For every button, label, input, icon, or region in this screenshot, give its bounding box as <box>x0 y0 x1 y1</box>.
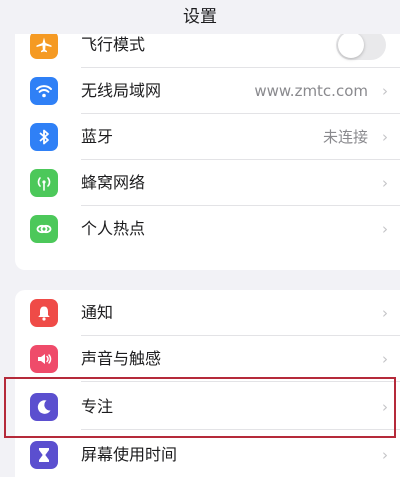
settings-row-notifications[interactable]: 通知 › <box>15 290 400 336</box>
settings-row-cellular[interactable]: 蜂窝网络 › <box>15 160 400 206</box>
focus-row-highlight-box <box>4 377 396 438</box>
chevron-right-icon: › <box>382 304 388 322</box>
settings-row-label: 屏幕使用时间 <box>81 445 178 464</box>
wifi-network-name: www.zmtc.com <box>254 82 368 100</box>
settings-row-bluetooth[interactable]: 蓝牙 未连接 › <box>15 114 400 160</box>
settings-row-label: 通知 <box>81 303 114 322</box>
settings-row-label: 蓝牙 <box>81 127 114 146</box>
bluetooth-icon <box>30 123 58 151</box>
page-title: 设置 <box>0 0 400 34</box>
wifi-icon <box>30 77 58 105</box>
settings-row-label: 声音与触感 <box>81 349 162 368</box>
speaker-icon <box>30 345 58 373</box>
chevron-right-icon: › <box>382 220 388 238</box>
hourglass-icon <box>30 441 58 469</box>
settings-row-label: 蜂窝网络 <box>81 173 146 192</box>
settings-row-wifi[interactable]: 无线局域网 www.zmtc.com › <box>15 68 400 114</box>
settings-row-sounds[interactable]: 声音与触感 › <box>15 336 400 382</box>
settings-screen: 设置 飞行模式 无线局域网 www.zmtc.com › 蓝牙 未连接 › 蜂窝… <box>0 0 400 477</box>
settings-row-hotspot[interactable]: 个人热点 › <box>15 206 400 252</box>
chevron-right-icon: › <box>382 174 388 192</box>
settings-row-screen-time[interactable]: 屏幕使用时间 › <box>15 432 400 477</box>
chevron-right-icon: › <box>382 446 388 464</box>
antenna-icon <box>30 169 58 197</box>
chevron-right-icon: › <box>382 350 388 368</box>
connectivity-group: 飞行模式 无线局域网 www.zmtc.com › 蓝牙 未连接 › 蜂窝网络 … <box>15 22 400 270</box>
bluetooth-status: 未连接 <box>322 128 368 146</box>
chevron-right-icon: › <box>382 128 388 146</box>
chevron-right-icon: › <box>382 82 388 100</box>
settings-row-label: 无线局域网 <box>81 81 162 100</box>
bell-icon <box>30 299 58 327</box>
airplane-icon <box>30 31 58 59</box>
settings-row-label: 个人热点 <box>81 219 146 238</box>
airplane-mode-toggle[interactable] <box>336 30 386 60</box>
hotspot-chain-icon <box>30 215 58 243</box>
toggle-knob <box>338 32 364 58</box>
